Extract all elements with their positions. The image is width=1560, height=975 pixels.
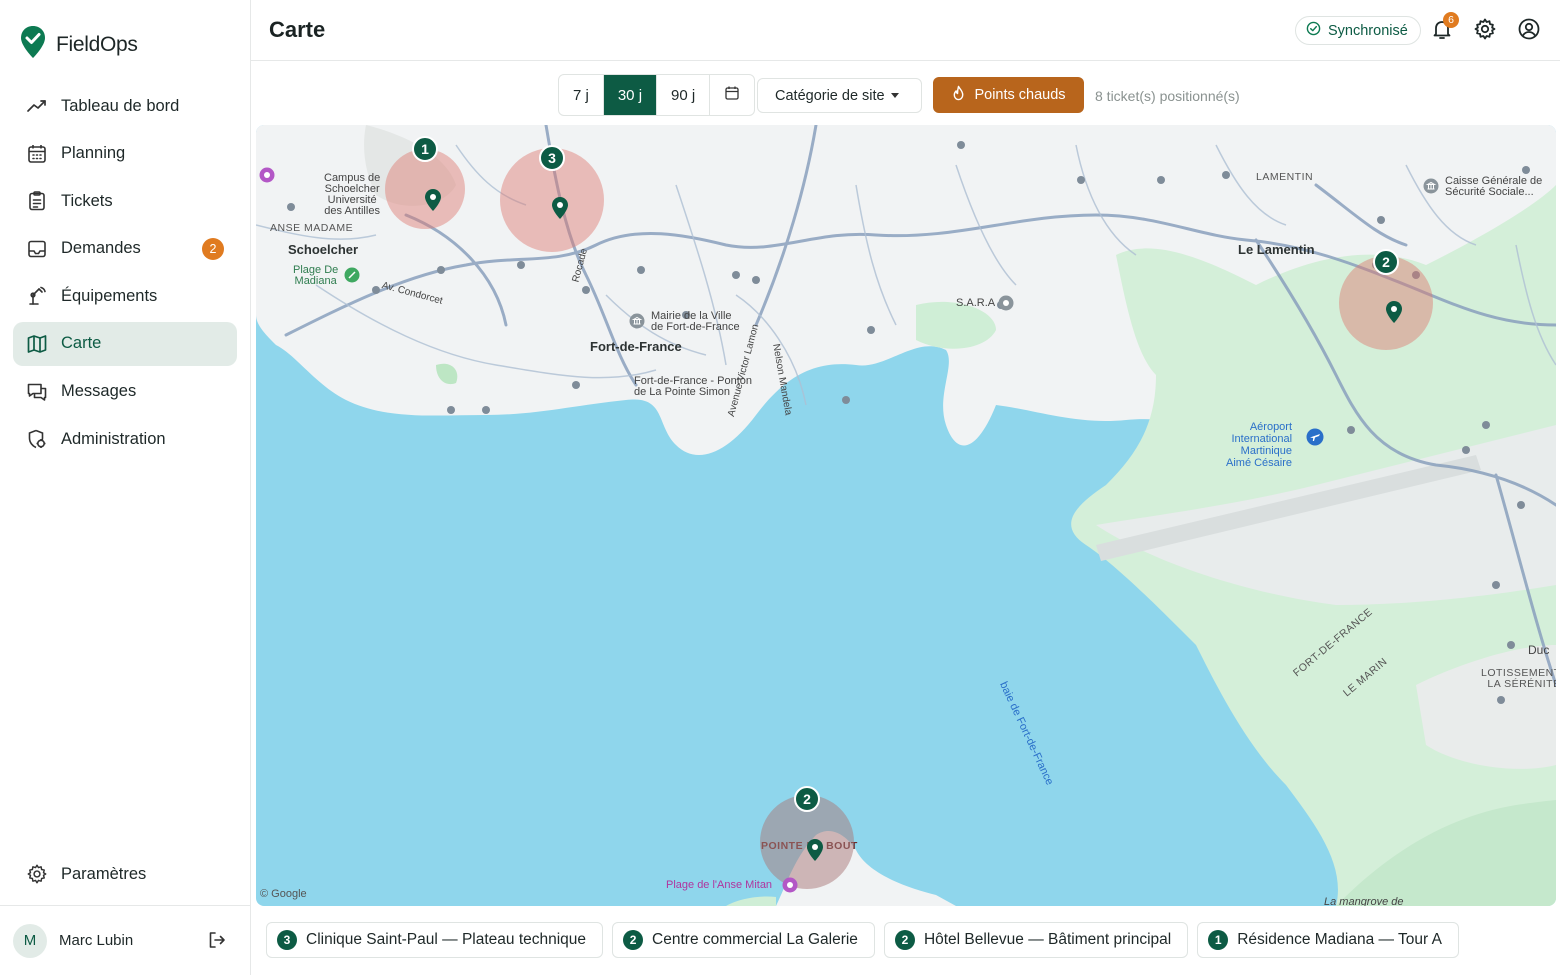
notification-count-badge: 6 [1443,12,1459,28]
map-base-layer [256,125,1556,906]
sidebar-settings: Paramètres [13,852,237,900]
map-icon [26,333,48,355]
legend-chip[interactable]: 2 Centre commercial La Galerie [612,922,875,958]
chat-icon [26,381,48,403]
legend-chip[interactable]: 3 Clinique Saint-Paul — Plateau techniqu… [266,922,604,958]
nav-item-parametres[interactable]: Paramètres [13,852,237,896]
logout-icon[interactable] [207,930,227,955]
brand[interactable]: FieldOps [20,25,138,64]
nav-label: Messages [61,382,137,401]
map-canvas[interactable]: Schoelcher ANSE MADAME Campus de Schoelc… [256,125,1556,906]
flame-icon [951,85,966,105]
nav-item-carte[interactable]: Carte [13,321,237,366]
custom-period-button[interactable] [710,75,754,115]
map-label-lotissement: LOTISSEMENT LA SÉRÉNITÉ [1481,667,1556,690]
nav-label: Paramètres [61,864,147,883]
page-title: Carte [269,17,326,42]
calendar-icon [26,143,48,165]
map-label-plage-mitan: Plage de l'Anse Mitan [666,879,773,891]
nav-label: Planning [61,144,126,163]
nav-label: Tableau de bord [61,96,180,115]
nav-item-tickets[interactable]: Tickets [13,179,237,223]
main-nav: Tableau de bord Planning Tickets Demande… [13,84,237,465]
calendar-icon [724,85,740,105]
map-cluster-marker[interactable]: 2 [794,786,820,812]
legend-chip-label: Centre commercial La Galerie [652,931,858,948]
caret-down-icon [890,93,899,98]
nav-item-messages[interactable]: Messages [13,370,237,414]
map-label-le-lamentin: Le Lamentin [1238,242,1315,257]
sidebar: FieldOps Tableau de bord Planning Ticket… [0,0,251,975]
period-selector: 7 j 30 j 90 j [558,74,756,116]
user-name: Marc Lubin [59,932,134,949]
nav-item-equipements[interactable]: Équipements [13,274,237,318]
nav-item-demandes[interactable]: Demandes 2 [13,227,237,271]
notifications-button[interactable]: 6 [1430,12,1459,45]
top-header: Carte Synchronisé 6 [251,0,1560,61]
gear-icon [1473,18,1497,45]
site-category-select[interactable]: Catégorie de site [757,78,922,113]
ticket-count-text: 8 ticket(s) positionné(s) [1095,88,1240,104]
user-profile: M Marc Lubin [0,905,251,975]
nav-label: Équipements [61,286,158,305]
nav-item-tableau-de-bord[interactable]: Tableau de bord [13,84,237,128]
period-30d-button[interactable]: 30 j [603,75,658,115]
dashboard-trend-icon [26,95,48,117]
equipment-icon [26,285,48,307]
nav-label: Tickets [61,191,113,210]
period-7d-button[interactable]: 7 j [559,75,604,115]
legend-chip-label: Clinique Saint-Paul — Plateau technique [306,931,587,948]
map-cluster-marker[interactable]: 3 [539,145,565,171]
legend-chip-count: 2 [623,930,644,950]
map-cluster-marker[interactable]: 1 [412,136,438,162]
hotspots-label: Points chauds [974,87,1066,103]
account-button[interactable] [1517,17,1543,43]
map-label-lamentin-caps: LAMENTIN [1256,171,1314,183]
clipboard-icon [26,190,48,212]
map-cluster-marker[interactable]: 2 [1373,249,1399,275]
inbox-icon [26,238,48,260]
map-label-schoelcher: Schoelcher [288,242,359,257]
legend-chip-count: 3 [277,930,297,950]
nav-label: Demandes [61,239,141,258]
admin-icon [26,428,48,450]
avatar[interactable]: M [13,923,47,958]
site-legend: 3 Clinique Saint-Paul — Plateau techniqu… [266,922,1459,958]
sync-status-badge[interactable]: Synchronisé [1295,16,1421,45]
map-label-campus: Campus de Schoelcher Université des Anti… [324,172,381,217]
sync-label: Synchronisé [1328,22,1408,39]
hotspots-button[interactable]: Points chauds [933,77,1084,113]
app-name: FieldOps [56,32,138,56]
legend-chip[interactable]: 2 Hôtel Bellevue — Bâtiment principal [883,922,1189,958]
legend-chip-count: 1 [1208,930,1229,950]
nav-label: Carte [61,334,102,353]
map-label-duc: Duc [1528,643,1550,657]
settings-button[interactable] [1473,17,1499,43]
user-circle-icon [1517,18,1541,45]
site-category-label: Catégorie de site [775,87,885,104]
legend-chip-label: Résidence Madiana — Tour A [1237,931,1442,948]
legend-chip[interactable]: 1 Résidence Madiana — Tour A [1197,922,1459,958]
map-label-aeroport: Aéroport International Martinique Aimé C… [1226,421,1293,469]
period-90d-button[interactable]: 90 j [657,75,711,115]
map-label-mangrove: La mangrove de [1324,896,1404,906]
map-toolbar: 7 j 30 j 90 j Catégorie de site Points c… [251,61,1560,125]
legend-chip-count: 2 [894,930,915,950]
nav-item-administration[interactable]: Administration [13,417,237,461]
map-label-plage-madiana: Plage De Madiana [293,264,339,287]
bell-icon [1430,21,1454,45]
map-label-caisse: Caisse Générale de Sécurité Sociale... [1445,175,1543,198]
map-label-anse-madame: ANSE MADAME [270,222,354,234]
map-label-mairie: Mairie de la Ville de Fort-de-France [651,310,740,333]
map-label-fort-de-france: Fort-de-France [590,339,682,354]
nav-label: Administration [61,429,166,448]
map-label-sara: S.A.R.A [956,297,996,309]
fieldops-logo-icon [20,25,46,64]
check-circle-icon [1306,21,1321,40]
demandes-count-badge: 2 [202,237,224,260]
gear-icon [26,863,48,885]
nav-item-planning[interactable]: Planning [13,132,237,176]
map-attribution: © Google [260,888,307,900]
legend-chip-label: Hôtel Bellevue — Bâtiment principal [923,931,1172,948]
